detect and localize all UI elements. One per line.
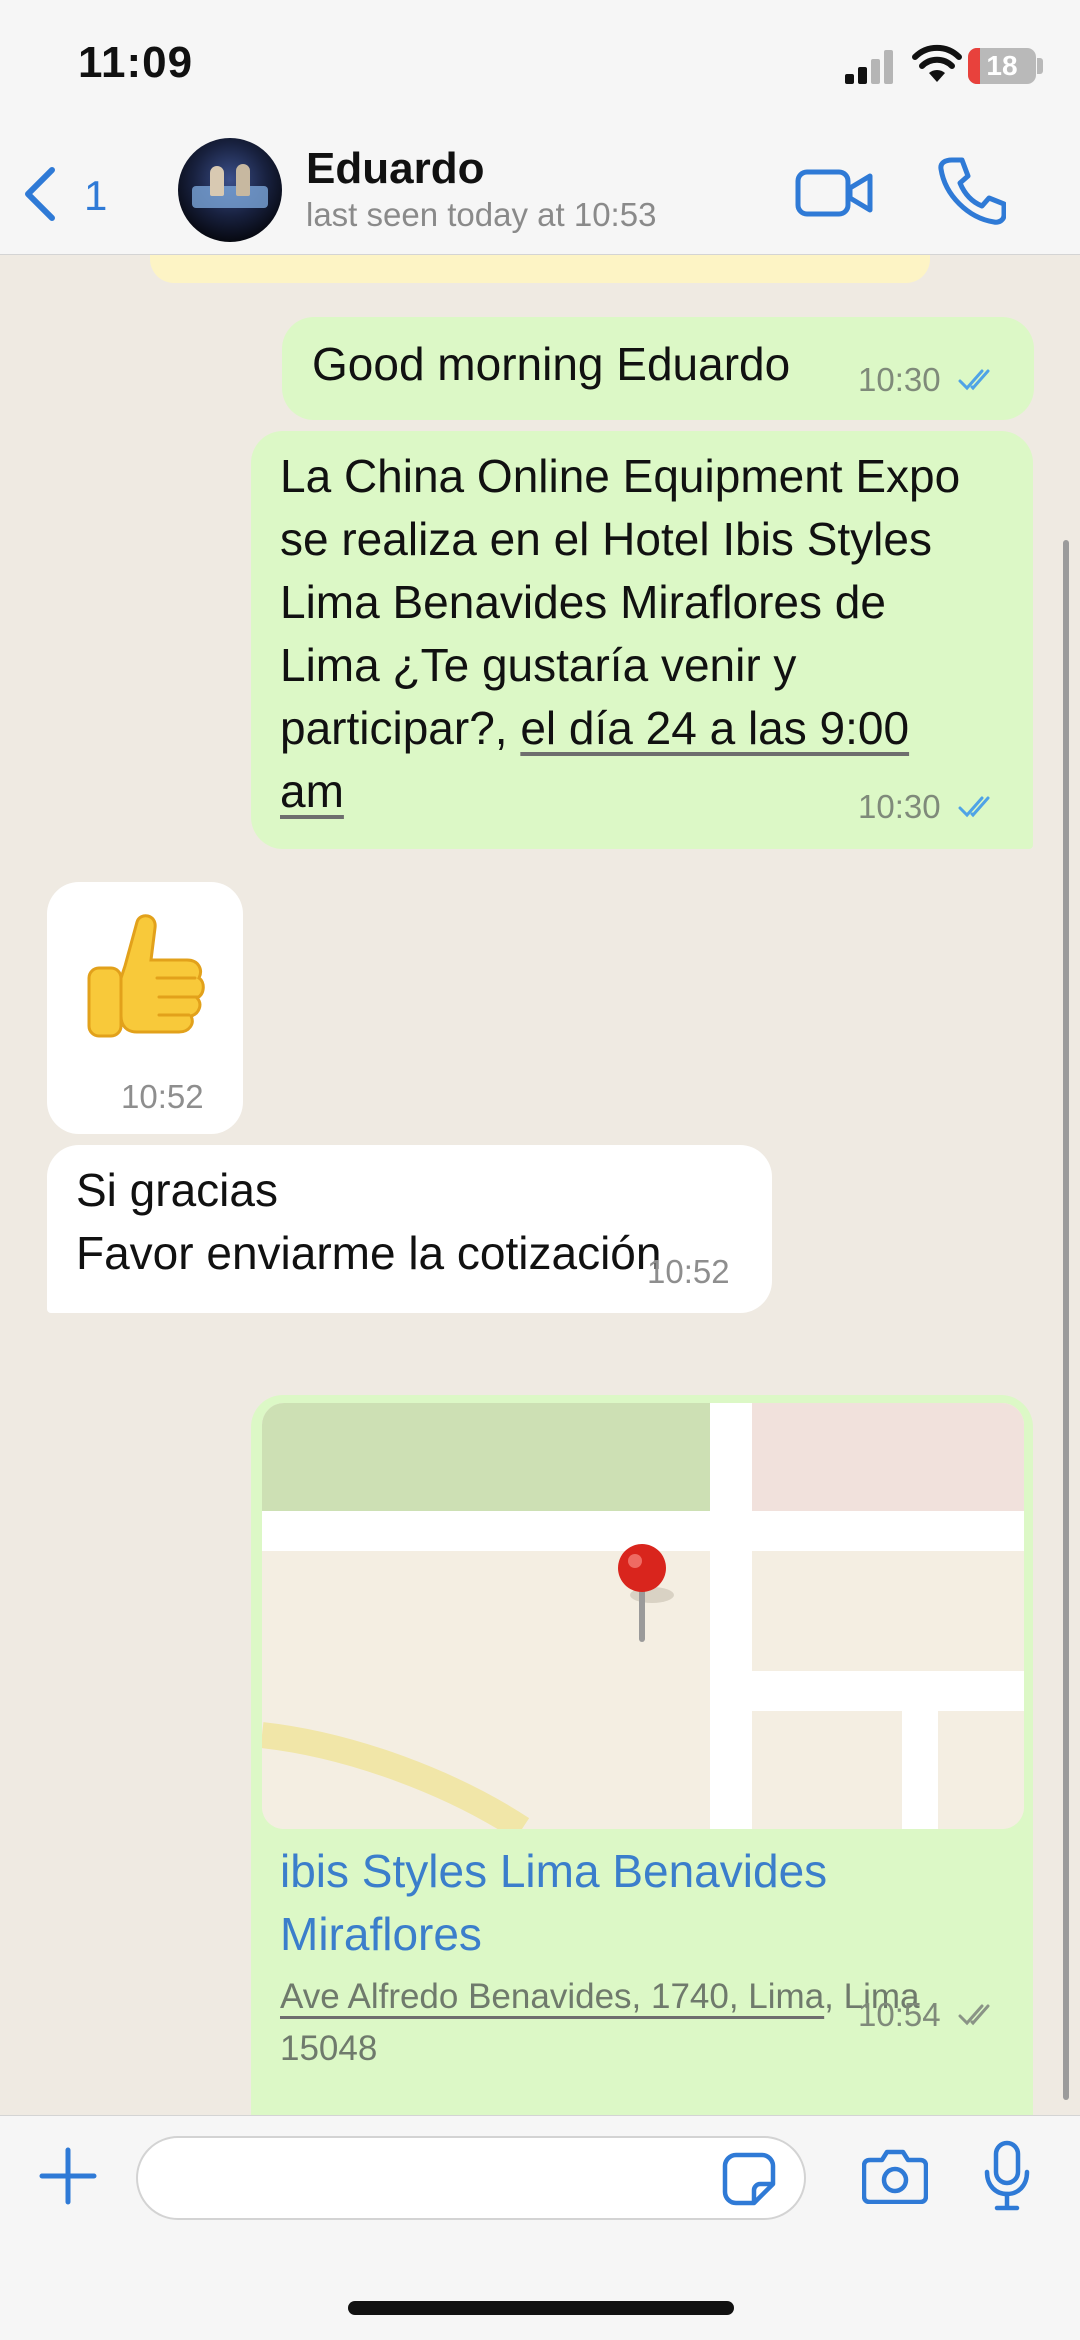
- status-bar: 11:09 18: [0, 0, 1080, 130]
- message-line: Lima Benavides Miraflores de: [280, 576, 886, 628]
- incoming-message[interactable]: Si gracias Favor enviarme la cotización …: [47, 1145, 772, 1313]
- phone-icon[interactable]: [936, 154, 1006, 226]
- message-time: 10:30: [858, 361, 941, 398]
- message-time: 10:54: [858, 1996, 941, 2033]
- incoming-emoji-message[interactable]: 10:52: [47, 882, 243, 1134]
- video-camera-icon[interactable]: [794, 160, 874, 224]
- message-text: Good morning Eduardo: [312, 338, 791, 390]
- thumbs-up-emoji: [87, 914, 205, 1038]
- unread-count: 1: [84, 172, 108, 219]
- camera-icon[interactable]: [862, 2148, 928, 2204]
- place-name-line[interactable]: Miraflores: [280, 1903, 980, 1966]
- message-list[interactable]: Good morning Eduardo 10:30 La China Onli…: [0, 255, 1080, 2115]
- cellular-signal-icon: [845, 50, 893, 84]
- battery-cap: [1037, 58, 1043, 74]
- microphone-icon[interactable]: [982, 2140, 1032, 2212]
- message-line: La China Online Equipment Expo: [280, 450, 961, 502]
- location-place-name[interactable]: ibis Styles Lima Benavides Miraflores: [280, 1840, 980, 1966]
- message-line: se realiza en el Hotel Ibis Styles: [280, 513, 932, 565]
- battery-level: 18: [986, 50, 1018, 81]
- input-bar: [0, 2115, 1080, 2340]
- date-link[interactable]: am: [280, 765, 344, 817]
- date-link[interactable]: el día 24 a las 9:00: [520, 702, 909, 754]
- location-map-preview[interactable]: [262, 1403, 1024, 1829]
- back-button[interactable]: 1: [20, 158, 120, 228]
- message-time: 10:30: [858, 788, 941, 825]
- message-line: Lima ¿Te gustaría venir y: [280, 639, 797, 691]
- delivered-ticks-icon: [958, 2004, 990, 2026]
- last-seen-status: last seen today at 10:53: [306, 196, 657, 233]
- message-line: participar?, el día 24 a las 9:00: [280, 697, 1020, 760]
- chat-header: 1 Eduardo last seen today at 10:53: [0, 130, 1080, 255]
- home-indicator[interactable]: [348, 2301, 734, 2315]
- outgoing-message[interactable]: Good morning Eduardo 10:30: [282, 317, 1034, 420]
- scrollbar[interactable]: [1063, 540, 1069, 2100]
- sticker-icon[interactable]: [722, 2152, 776, 2206]
- message-text: La China Online Equipment Expo se realiz…: [280, 445, 1020, 823]
- contact-name[interactable]: Eduardo: [306, 144, 484, 194]
- message-text-segment: participar?,: [280, 702, 521, 754]
- read-ticks-icon: [958, 796, 990, 818]
- avatar[interactable]: [178, 138, 282, 242]
- plus-icon[interactable]: [38, 2146, 98, 2206]
- address-link[interactable]: Ave Alfredo Benavides, 1740, Lima: [280, 1977, 824, 2016]
- previous-message-edge: [150, 255, 930, 283]
- message-input[interactable]: [136, 2136, 806, 2220]
- battery-icon: 18: [968, 48, 1036, 84]
- place-name-line[interactable]: ibis Styles Lima Benavides: [280, 1840, 980, 1903]
- status-time: 11:09: [78, 38, 194, 87]
- chevron-left-icon: [25, 167, 55, 221]
- message-line: Si gracias: [76, 1164, 278, 1216]
- outgoing-message[interactable]: La China Online Equipment Expo se realiz…: [251, 431, 1033, 849]
- read-ticks-icon: [958, 369, 990, 391]
- wifi-icon: [912, 44, 962, 82]
- message-time: 10:52: [647, 1253, 730, 1290]
- message-time: 10:52: [121, 1078, 204, 1115]
